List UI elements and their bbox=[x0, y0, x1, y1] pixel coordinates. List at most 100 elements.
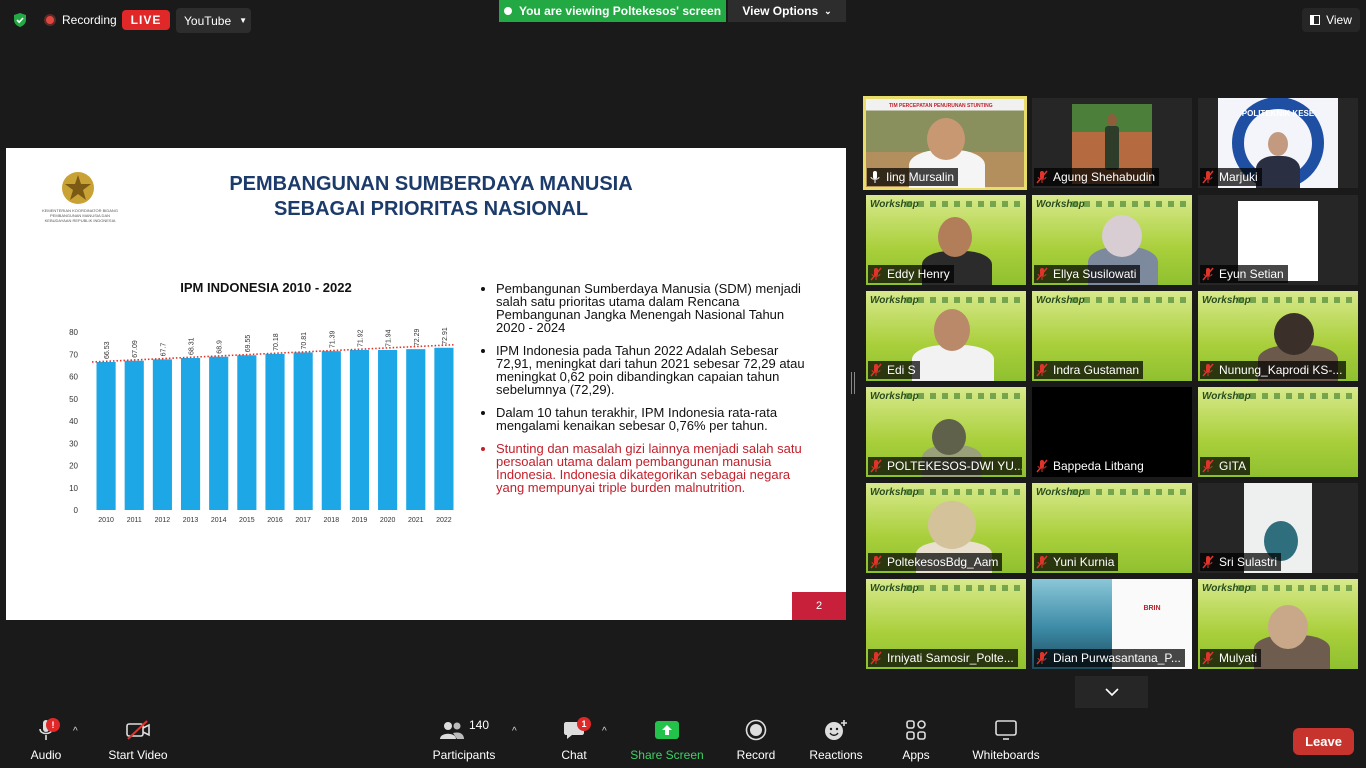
leave-button[interactable]: Leave bbox=[1293, 728, 1354, 755]
video-tile-marjuki[interactable]: POLITEKNIK KESE Marjuki bbox=[1198, 98, 1358, 188]
recording-label: Recording bbox=[62, 13, 117, 27]
tile-name-label: POLTEKESOS-DWI YU... bbox=[868, 457, 1022, 475]
panel-resize-handle[interactable] bbox=[851, 372, 855, 394]
gallery-scroll-down-button[interactable] bbox=[1075, 676, 1148, 708]
video-tile-nunung-kaprodi[interactable]: Workshop Nunung_Kaprodi KS-... bbox=[1198, 291, 1358, 381]
share-screen-label: Share Screen bbox=[630, 748, 704, 762]
stream-target-label: YouTube bbox=[184, 13, 232, 28]
video-tile-yuni-kurnia[interactable]: Workshop Yuni Kurnia bbox=[1032, 483, 1192, 573]
video-tile-bappeda-litbang[interactable]: Bappeda Litbang bbox=[1032, 387, 1192, 477]
apps-button[interactable]: Apps bbox=[896, 712, 936, 768]
share-screen-button[interactable]: Share Screen bbox=[628, 712, 706, 768]
audio-button[interactable]: Audio bbox=[22, 712, 70, 768]
tile-name-label: Bappeda Litbang bbox=[1034, 457, 1148, 475]
bullet-2: IPM Indonesia pada Tahun 2022 Adalah Seb… bbox=[496, 344, 810, 396]
person-head bbox=[934, 309, 970, 351]
data-label: 67.09 bbox=[132, 340, 139, 358]
x-tick-label: 2014 bbox=[211, 517, 227, 524]
tile-name-label: GITA bbox=[1200, 457, 1251, 475]
participants-options-caret-icon[interactable]: ^ bbox=[512, 726, 517, 737]
ipm-bar-chart: 0 10 20 30 40 50 60 70 80 66.53 2010 67.09 2011 67.7 2… bbox=[69, 327, 454, 524]
x-tick-label: 2011 bbox=[127, 517, 142, 524]
video-tile-sri-sulastri[interactable]: Sri Sulastri bbox=[1198, 483, 1358, 573]
start-video-button[interactable]: Start Video bbox=[104, 712, 172, 768]
bullet-4: Stunting dan masalah gizi lainnya menjad… bbox=[496, 442, 810, 494]
data-label: 72.29 bbox=[414, 329, 421, 347]
participants-button[interactable]: 140 Participants bbox=[428, 712, 500, 768]
data-label: 68.31 bbox=[189, 337, 196, 355]
muted-microphone-icon bbox=[1202, 170, 1214, 184]
recording-indicator[interactable]: Recording bbox=[44, 12, 117, 28]
grid-view-icon bbox=[1310, 15, 1321, 25]
video-tile-indra-gustaman[interactable]: Workshop Indra Gustaman bbox=[1032, 291, 1192, 381]
record-button[interactable]: Record bbox=[734, 712, 778, 768]
video-tile-eddy-henry[interactable]: Workshop Eddy Henry bbox=[866, 195, 1026, 285]
video-tile-mulyati[interactable]: Workshop Mulyati bbox=[1198, 579, 1358, 669]
data-label: 72.91 bbox=[442, 327, 449, 345]
tile-name-label: Indra Gustaman bbox=[1034, 361, 1144, 379]
audio-options-caret-icon[interactable]: ^ bbox=[73, 726, 78, 737]
chart-bar bbox=[180, 358, 201, 510]
person-suit bbox=[1256, 156, 1300, 188]
data-label: 69.55 bbox=[245, 335, 252, 353]
top-bar: Recording LIVE YouTube ▼ You are viewing… bbox=[0, 0, 1366, 40]
muted-microphone-icon bbox=[1036, 363, 1048, 377]
person-head bbox=[1102, 215, 1142, 257]
video-tile-poltekesos-dwi[interactable]: Workshop POLTEKESOS-DWI YU... bbox=[866, 387, 1026, 477]
video-tile-iing-mursalin[interactable]: TIM PERCEPATAN PENURUNAN STUNTING Iing M… bbox=[863, 96, 1027, 190]
video-tile-poltekesosbdg-aam[interactable]: Workshop PoltekesosBdg_Aam bbox=[866, 483, 1026, 573]
tile-name-label: Nunung_Kaprodi KS-... bbox=[1200, 361, 1347, 379]
muted-microphone-icon bbox=[1036, 459, 1048, 473]
person-head bbox=[1274, 313, 1314, 355]
chart-bar bbox=[124, 360, 144, 510]
sponsor-logos-strip bbox=[1072, 201, 1188, 207]
view-options-label: View Options bbox=[742, 4, 819, 18]
y-tick-label: 70 bbox=[69, 350, 78, 359]
video-tile-agung-shehabudin[interactable]: Agung Shehabudin bbox=[1032, 98, 1192, 188]
video-tile-ellya-susilowati[interactable]: Workshop Ellya Susilowati bbox=[1032, 195, 1192, 285]
y-tick-label: 50 bbox=[69, 395, 78, 404]
stream-target-dropdown[interactable]: YouTube ▼ bbox=[176, 8, 251, 33]
reactions-button[interactable]: Reactions bbox=[808, 712, 864, 768]
security-shield-icon[interactable] bbox=[12, 12, 28, 28]
smiley-plus-icon bbox=[825, 720, 847, 740]
video-tile-edi-s[interactable]: Workshop Edi S bbox=[866, 291, 1026, 381]
tile-name-label: Eyun Setian bbox=[1200, 265, 1288, 283]
sponsor-logos-strip bbox=[906, 297, 1022, 303]
whiteboards-button[interactable]: Whiteboards bbox=[966, 712, 1046, 768]
tile-name-label: Mulyati bbox=[1200, 649, 1262, 667]
apps-icon bbox=[906, 720, 926, 740]
chart-bar bbox=[378, 349, 398, 510]
tile-name-label: Marjuki bbox=[1200, 168, 1262, 186]
slide-title-line-2: SEBAGAI PRIORITAS NASIONAL bbox=[273, 198, 589, 220]
microphone-icon bbox=[870, 171, 880, 183]
viewing-banner: You are viewing Poltekesos' screen bbox=[499, 0, 726, 22]
muted-microphone-icon bbox=[1202, 459, 1214, 473]
view-options-button[interactable]: View Options ⌄ bbox=[728, 0, 846, 22]
video-tile-eyun-setian[interactable]: Eyun Setian bbox=[1198, 195, 1358, 285]
sponsor-logos-strip bbox=[1072, 489, 1188, 495]
video-tile-gita[interactable]: Workshop GITA bbox=[1198, 387, 1358, 477]
muted-microphone-icon bbox=[1036, 651, 1048, 665]
live-badge[interactable]: LIVE bbox=[122, 10, 170, 30]
tile-name-label: Yuni Kurnia bbox=[1034, 553, 1119, 571]
video-tile-irniyati-samosir[interactable]: Workshop Irniyati Samosir_Polte... bbox=[866, 579, 1026, 669]
record-label: Record bbox=[736, 748, 776, 762]
data-label: 66.53 bbox=[104, 341, 111, 359]
x-tick-label: 2017 bbox=[295, 517, 311, 524]
x-tick-label: 2013 bbox=[183, 517, 199, 524]
person-head bbox=[927, 118, 965, 160]
sponsor-logos-strip bbox=[1238, 585, 1354, 591]
person-head bbox=[1268, 605, 1308, 649]
tile-name-label: Iing Mursalin bbox=[867, 168, 959, 186]
muted-microphone-icon bbox=[1036, 555, 1048, 569]
whiteboard-icon bbox=[995, 720, 1017, 740]
video-tile-dian-purwasantana[interactable]: BRIN Dian Purwasantana_P... bbox=[1032, 579, 1192, 669]
chat-options-caret-icon[interactable]: ^ bbox=[602, 726, 607, 737]
person-head bbox=[1107, 114, 1117, 126]
person-body bbox=[1105, 126, 1119, 170]
slide-title: PEMBANGUNAN SUMBERDAYA MANUSIA SEBAGAI P… bbox=[171, 172, 691, 222]
view-button[interactable]: View bbox=[1302, 8, 1360, 32]
data-label: 71.92 bbox=[357, 329, 364, 347]
logo-lettering: POLITEKNIK KESE bbox=[1242, 109, 1315, 118]
